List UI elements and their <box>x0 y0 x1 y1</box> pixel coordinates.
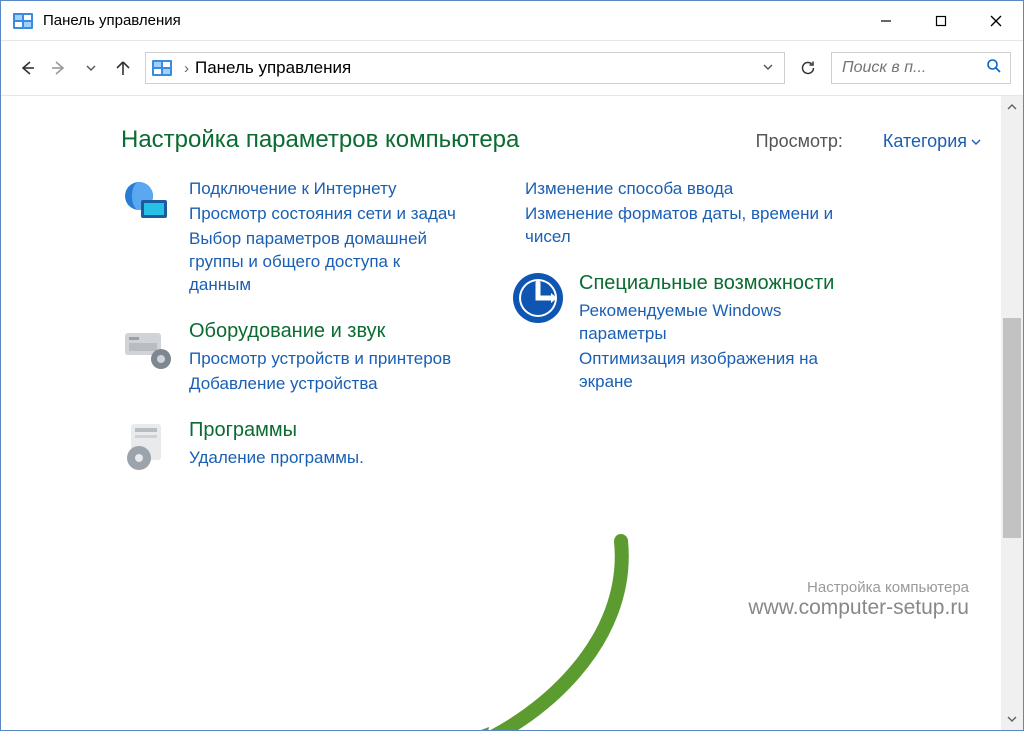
link-recommended-settings[interactable]: Рекомендуемые Windows параметры <box>579 300 851 346</box>
content-area: Настройка параметров компьютера Просмотр… <box>1 96 1023 730</box>
breadcrumb-current[interactable]: Панель управления <box>195 58 758 78</box>
network-icon <box>121 178 175 232</box>
scroll-down-button[interactable] <box>1001 708 1023 730</box>
address-bar[interactable]: › Панель управления <box>145 52 785 84</box>
category-hardware: Оборудование и звук Просмотр устройств и… <box>121 319 461 398</box>
control-panel-icon <box>152 60 172 76</box>
address-dropdown-icon[interactable] <box>758 60 778 77</box>
link-devices-printers[interactable]: Просмотр устройств и принтеров <box>189 348 451 371</box>
link-add-device[interactable]: Добавление устройства <box>189 373 451 396</box>
category-clock-region-partial: Изменение способа ввода Изменение формат… <box>511 178 851 251</box>
control-panel-app-icon <box>13 13 33 29</box>
right-column: Изменение способа ввода Изменение формат… <box>511 178 851 492</box>
link-homegroup[interactable]: Выбор параметров домашней группы и общег… <box>189 228 461 297</box>
titlebar: Панель управления <box>1 1 1023 41</box>
left-column: Подключение к Интернету Просмотр состоян… <box>121 178 461 492</box>
link-network-status[interactable]: Просмотр состояния сети и задач <box>189 203 461 226</box>
chevron-down-icon <box>971 137 981 147</box>
link-connect-internet[interactable]: Подключение к Интернету <box>189 178 461 201</box>
programs-icon <box>121 418 175 472</box>
toolbar: › Панель управления <box>1 41 1023 96</box>
category-network: Подключение к Интернету Просмотр состоян… <box>121 178 461 299</box>
link-change-date-formats[interactable]: Изменение форматов даты, времени и чисел <box>525 203 851 249</box>
header-row: Настройка параметров компьютера Просмотр… <box>121 126 981 154</box>
link-change-input-method[interactable]: Изменение способа ввода <box>525 178 851 201</box>
vertical-scrollbar[interactable] <box>1001 96 1023 730</box>
link-optimize-display[interactable]: Оптимизация изображения на экране <box>579 348 851 394</box>
scroll-thumb[interactable] <box>1003 318 1021 538</box>
search-input[interactable] <box>840 58 986 78</box>
scroll-track[interactable] <box>1001 118 1023 708</box>
close-button[interactable] <box>968 1 1023 41</box>
hardware-icon <box>121 319 175 373</box>
minimize-button[interactable] <box>858 1 913 41</box>
scroll-up-button[interactable] <box>1001 96 1023 118</box>
recent-dropdown[interactable] <box>77 54 105 82</box>
category-columns: Подключение к Интернету Просмотр состоян… <box>121 178 981 492</box>
category-title-ease-of-access[interactable]: Специальные возможности <box>579 271 851 296</box>
ease-of-access-icon <box>511 271 565 325</box>
category-ease-of-access: Специальные возможности Рекомендуемые Wi… <box>511 271 851 396</box>
main-panel: Настройка параметров компьютера Просмотр… <box>1 96 1001 730</box>
search-icon[interactable] <box>986 58 1002 78</box>
category-programs: Программы Удаление программы. <box>121 418 461 472</box>
breadcrumb-separator-icon: › <box>184 60 189 77</box>
category-title-hardware[interactable]: Оборудование и звук <box>189 319 451 344</box>
refresh-button[interactable] <box>793 53 823 83</box>
window: Панель управления › Панель управления <box>0 0 1024 731</box>
category-title-programs[interactable]: Программы <box>189 418 364 443</box>
watermark-line1: Настройка компьютера <box>748 579 969 596</box>
link-uninstall-program[interactable]: Удаление программы. <box>189 447 364 470</box>
window-title: Панель управления <box>43 12 181 29</box>
watermark-line2: www.computer-setup.ru <box>748 596 969 620</box>
forward-button[interactable] <box>45 54 73 82</box>
search-box[interactable] <box>831 52 1011 84</box>
up-button[interactable] <box>109 54 137 82</box>
view-by-value: Категория <box>883 131 967 152</box>
view-by-dropdown[interactable]: Категория <box>883 131 981 152</box>
page-title: Настройка параметров компьютера <box>121 126 519 154</box>
annotation-arrow <box>421 521 661 730</box>
maximize-button[interactable] <box>913 1 968 41</box>
back-button[interactable] <box>13 54 41 82</box>
watermark: Настройка компьютера www.computer-setup.… <box>748 579 969 620</box>
view-by-label: Просмотр: <box>756 131 843 152</box>
